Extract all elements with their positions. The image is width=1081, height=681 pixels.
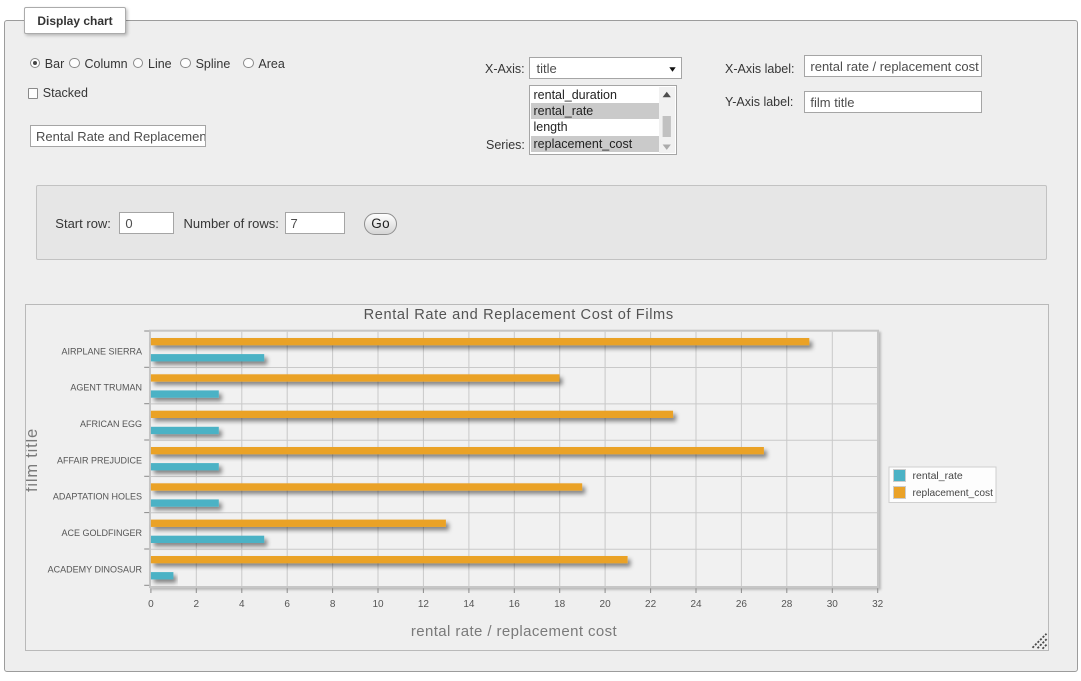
svg-text:Rental Rate and Replacement Co: Rental Rate and Replacement Cost of Film… [363, 307, 673, 323]
svg-text:AGENT TRUMAN: AGENT TRUMAN [70, 383, 142, 393]
svg-text:16: 16 [508, 599, 520, 610]
svg-text:AIRPLANE SIERRA: AIRPLANE SIERRA [61, 347, 142, 357]
svg-text:ACADEMY DINOSAUR: ACADEMY DINOSAUR [47, 565, 142, 575]
svg-text:rental_rate: rental_rate [912, 470, 962, 482]
svg-text:AFRICAN EGG: AFRICAN EGG [79, 419, 141, 429]
svg-text:replacement_cost: replacement_cost [912, 488, 993, 499]
svg-text:24: 24 [690, 599, 702, 610]
svg-text:30: 30 [826, 599, 838, 610]
svg-text:AFFAIR PREJUDICE: AFFAIR PREJUDICE [56, 456, 141, 466]
svg-text:4: 4 [239, 599, 245, 610]
svg-text:rental rate / replacement cost: rental rate / replacement cost [410, 623, 617, 640]
svg-text:14: 14 [463, 599, 475, 610]
svg-text:0: 0 [148, 599, 154, 610]
svg-text:18: 18 [554, 599, 566, 610]
svg-text:12: 12 [417, 599, 429, 610]
svg-text:22: 22 [645, 599, 657, 610]
svg-text:10: 10 [372, 599, 384, 610]
svg-text:6: 6 [284, 599, 290, 610]
svg-text:28: 28 [781, 599, 793, 610]
svg-text:8: 8 [329, 599, 335, 610]
svg-text:26: 26 [735, 599, 747, 610]
svg-text:20: 20 [599, 599, 611, 610]
svg-text:ADAPTATION HOLES: ADAPTATION HOLES [52, 492, 141, 502]
svg-text:2: 2 [193, 599, 199, 610]
svg-text:ACE GOLDFINGER: ACE GOLDFINGER [61, 528, 142, 538]
svg-text:film title: film title [26, 428, 41, 492]
svg-text:32: 32 [872, 599, 884, 610]
